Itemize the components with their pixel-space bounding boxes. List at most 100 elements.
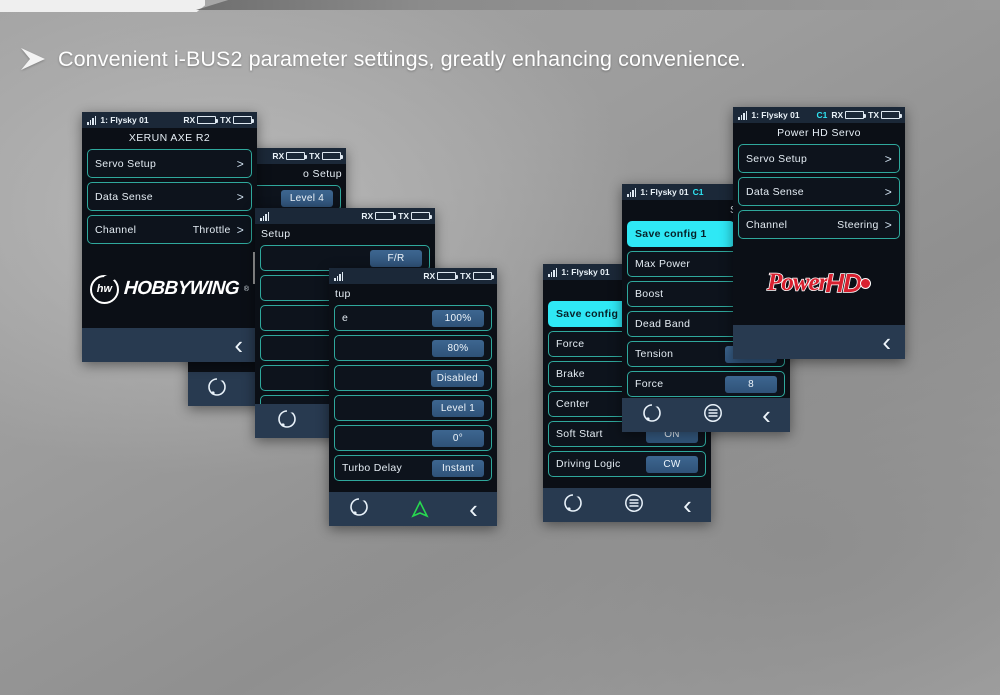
powerhd-logo: Power HD [766,267,871,299]
row-value[interactable]: 8 [725,375,777,393]
channel-tag: C1 [692,187,704,197]
status-bar: RX TX [329,268,497,284]
row-label: Brake [556,368,585,380]
menu-item-channel[interactable]: Channel Steering > [738,210,900,239]
screen-hobbywing-servo-setup-c[interactable]: RX TX tup e 100% 80% Disabled Level 1 0°… [329,268,497,526]
tx-battery-indicator: TX [868,110,902,120]
menu-item-channel[interactable]: Channel Throttle > [87,215,252,244]
row-label: Soft Start [556,428,603,440]
rx-battery-indicator: RX [272,151,308,161]
list-menu-icon[interactable] [702,402,724,429]
row-value[interactable]: Level 1 [432,399,484,417]
row-value[interactable]: 80% [432,339,484,357]
status-bar: RX TX [255,208,435,224]
bottom-nav-bar[interactable]: ‹ [622,398,790,432]
row-value[interactable]: CW [646,455,698,473]
top-white-strip [0,0,205,12]
powerhd-word-hd: HD [825,267,863,299]
chevron-right-arrow-icon [18,46,48,72]
row-label: Force [556,338,585,350]
bottom-nav-bar[interactable]: ‹ [543,488,711,522]
status-model: 1: Flysky 01 [751,110,800,120]
row-label: Save config 1 [635,228,707,240]
triangle-alert-icon[interactable] [409,498,431,520]
screen-powerhd-home[interactable]: 1: Flysky 01 C1 RX TX Power HD Servo Ser… [733,107,905,359]
table-row[interactable]: Driving Logic CW [548,451,706,477]
row-label: e [342,312,349,324]
menu-item-servo-setup[interactable]: Servo Setup > [738,144,900,173]
chevron-left-icon[interactable]: ‹ [882,329,891,355]
channel-tag: C1 [816,110,828,120]
screen-hobbywing-home[interactable]: 1: Flysky 01 RX TX XERUN AXE R2 Servo Se… [82,112,257,362]
powerhd-word-power: Power [766,268,829,297]
chevron-left-icon[interactable]: ‹ [683,492,692,518]
banner: Convenient i-BUS2 parameter settings, gr… [18,46,746,72]
table-row[interactable]: 80% [334,335,492,361]
table-row[interactable]: Disabled [334,365,492,391]
banner-title: Convenient i-BUS2 parameter settings, gr… [58,46,747,71]
row-label: Channel [746,218,788,231]
signal-bars-icon [334,271,344,281]
status-bar: 1: Flysky 01 C1 RX TX [733,107,905,123]
hobbywing-mark-icon: hw [89,274,119,304]
reset-circle-icon[interactable] [641,402,663,429]
chevron-left-icon[interactable]: ‹ [469,496,478,522]
row-label: Save config 1 [556,308,628,320]
top-gray-strip [196,0,1000,10]
reset-circle-icon[interactable] [276,408,298,435]
table-row[interactable]: Turbo Delay Instant [334,455,492,481]
menu-item-data-sense[interactable]: Data Sense > [87,182,252,211]
chevron-right-icon: > [236,156,244,171]
row-value[interactable]: 0° [432,429,484,447]
chevron-right-icon: > [884,184,892,199]
bottom-nav-bar[interactable]: ‹ [82,328,257,362]
signal-bars-icon [260,211,270,221]
table-row[interactable]: e 100% [334,305,492,331]
reset-circle-icon[interactable] [348,496,370,523]
screen-title: Setup [255,224,435,243]
bottom-nav-bar[interactable]: ‹ [733,325,905,359]
status-model: 1: Flysky 01 [561,267,610,277]
chevron-left-icon[interactable]: ‹ [762,402,771,428]
row-value[interactable]: Level 4 [281,189,333,207]
row-value[interactable]: Disabled [430,369,484,387]
bottom-nav-bar[interactable]: ‹ [329,492,497,526]
signal-bars-icon [627,187,637,197]
row-label: Force [635,378,664,390]
screen-title: tup [329,284,497,303]
hobbywing-logo: hw HOBBYWING ® [89,274,249,304]
settings-list: e 100% 80% Disabled Level 1 0° Turbo Del… [329,303,497,481]
row-label: Max Power [635,258,691,270]
row-value[interactable]: 100% [432,309,484,327]
rx-battery-indicator: RX [423,271,459,281]
signal-bars-icon [548,267,558,277]
row-label: Tension [635,348,674,360]
tx-battery-indicator: TX [398,211,432,221]
list-menu-icon[interactable] [623,492,645,519]
menu-list: Servo Setup > Data Sense > Channel Steer… [733,142,905,239]
screen-title: Power HD Servo [733,123,905,142]
reset-circle-icon[interactable] [206,376,228,403]
chevron-left-icon[interactable]: ‹ [234,332,243,358]
row-value[interactable]: Instant [432,459,484,477]
menu-item-servo-setup[interactable]: Servo Setup > [87,149,252,178]
table-row[interactable]: Force 8 [627,371,785,397]
screen-title: XERUN AXE R2 [82,128,257,147]
tx-battery-indicator: TX [220,115,254,125]
row-value[interactable]: F/R [370,249,422,267]
row-label: Turbo Delay [342,462,403,474]
table-row[interactable]: Level 1 [334,395,492,421]
rx-battery-indicator: RX [361,211,397,221]
powerhd-dot-icon [859,277,871,289]
rx-battery-indicator: RX [183,115,219,125]
reset-circle-icon[interactable] [562,492,584,519]
chevron-right-icon: > [236,222,244,237]
tx-battery-indicator: TX [309,151,343,161]
brand-logo-area: hw HOBBYWING ® [82,248,257,330]
menu-item-data-sense[interactable]: Data Sense > [738,177,900,206]
row-label: Center [556,398,590,410]
table-row[interactable]: 0° [334,425,492,451]
menu-list: Servo Setup > Data Sense > Channel Throt… [82,147,257,244]
save-config-1-button[interactable]: Save config 1 [627,221,735,247]
row-label: Channel [95,223,137,236]
